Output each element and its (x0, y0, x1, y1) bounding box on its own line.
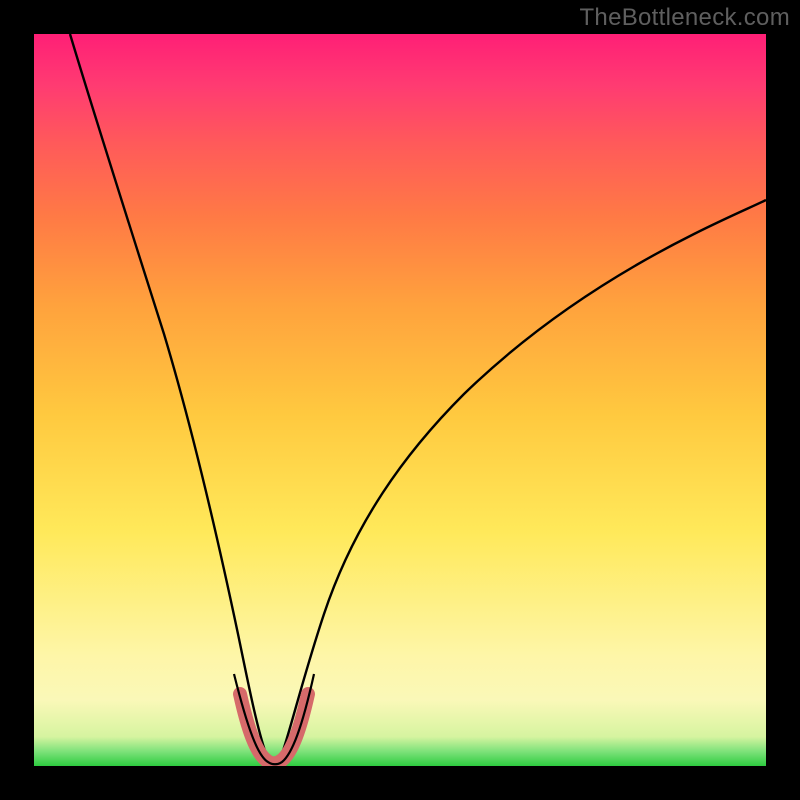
watermark-label: TheBottleneck.com (579, 4, 790, 32)
main-curve-path (70, 34, 766, 764)
plot-area (34, 34, 766, 766)
chart-frame: TheBottleneck.com (0, 0, 800, 800)
curve-svg (34, 34, 766, 766)
